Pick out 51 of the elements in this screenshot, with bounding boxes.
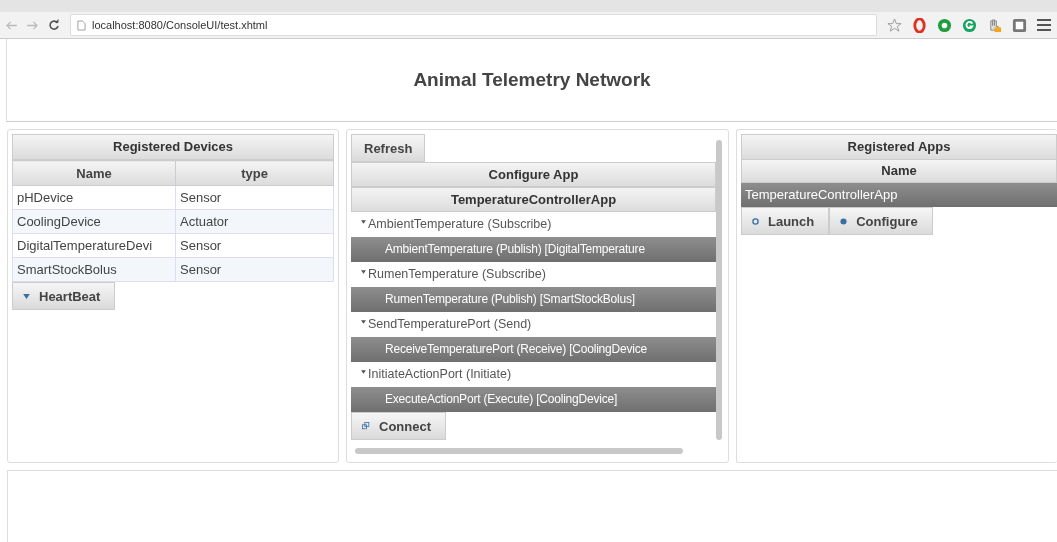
extension-icon[interactable] — [937, 17, 952, 33]
table-cell: Sensor — [175, 233, 334, 258]
address-bar[interactable]: localhost:8080/ConsoleUI/test.xhtml — [70, 14, 877, 36]
menu-icon[interactable] — [1037, 19, 1051, 31]
back-icon[interactable] — [6, 20, 17, 30]
caret-icon — [361, 369, 366, 374]
ring-icon — [752, 217, 759, 225]
connect-button[interactable]: Connect — [351, 412, 446, 440]
caret-icon — [361, 319, 366, 324]
table-cell: Sensor — [175, 185, 334, 210]
dot-icon — [840, 217, 848, 225]
column-header[interactable]: Name — [12, 160, 176, 186]
table-cell: Actuator — [175, 209, 334, 234]
table-title: Registered Apps — [741, 134, 1057, 160]
port-item[interactable]: RumenTemperature (Subscribe) — [351, 262, 716, 287]
table-title: Registered Devices — [12, 134, 334, 160]
refresh-button[interactable]: Refresh — [351, 134, 426, 162]
table-cell: Sensor — [175, 257, 334, 282]
table-cell: CoolingDevice — [12, 209, 176, 234]
table-cell: pHDevice — [12, 185, 176, 210]
reload-icon[interactable] — [48, 19, 60, 31]
column-header[interactable]: Name — [741, 160, 1057, 183]
caret-icon — [361, 269, 366, 274]
extension-icon[interactable] — [1012, 17, 1027, 33]
match-item[interactable]: RumenTemperature (Publish) [SmartStockBolus] — [351, 287, 716, 312]
match-item[interactable]: ExecuteActionPort (Execute) [CoolingDevice] — [351, 387, 716, 412]
launch-button[interactable]: Launch — [741, 207, 830, 235]
table-cell: DigitalTemperatureDevi — [12, 233, 176, 258]
scrollbar[interactable] — [355, 448, 683, 454]
hand-icon[interactable] — [987, 17, 1002, 33]
match-item[interactable]: ReceiveTemperaturePort (Receive) [CoolingDevice — [351, 337, 716, 362]
link-icon — [362, 422, 370, 430]
extension-icon[interactable] — [962, 17, 977, 33]
caret-icon — [361, 219, 366, 224]
section-title: Configure App — [351, 162, 716, 187]
port-item[interactable]: AmbientTemperature (Subscribe) — [351, 212, 716, 237]
page-title: Animal Telemetry Network — [413, 69, 651, 91]
table-row[interactable]: TemperatureControllerApp — [741, 183, 1057, 207]
port-item[interactable]: InitiateActionPort (Initiate) — [351, 362, 716, 387]
port-item[interactable]: SendTemperaturePort (Send) — [351, 312, 716, 337]
forward-icon[interactable] — [27, 20, 38, 30]
match-item[interactable]: AmbientTemperature (Publish) [DigitalTemperature — [351, 237, 716, 262]
caret-icon — [23, 293, 30, 299]
column-header[interactable]: type — [175, 160, 334, 186]
scrollbar[interactable] — [716, 140, 722, 440]
extension-icon[interactable] — [912, 17, 927, 33]
configure-button[interactable]: Configure — [829, 207, 933, 235]
app-name: TemperatureControllerApp — [351, 187, 716, 212]
table-cell: SmartStockBolus — [12, 257, 176, 282]
star-icon[interactable] — [887, 17, 902, 33]
heartbeat-button[interactable]: HeartBeat — [12, 282, 116, 310]
